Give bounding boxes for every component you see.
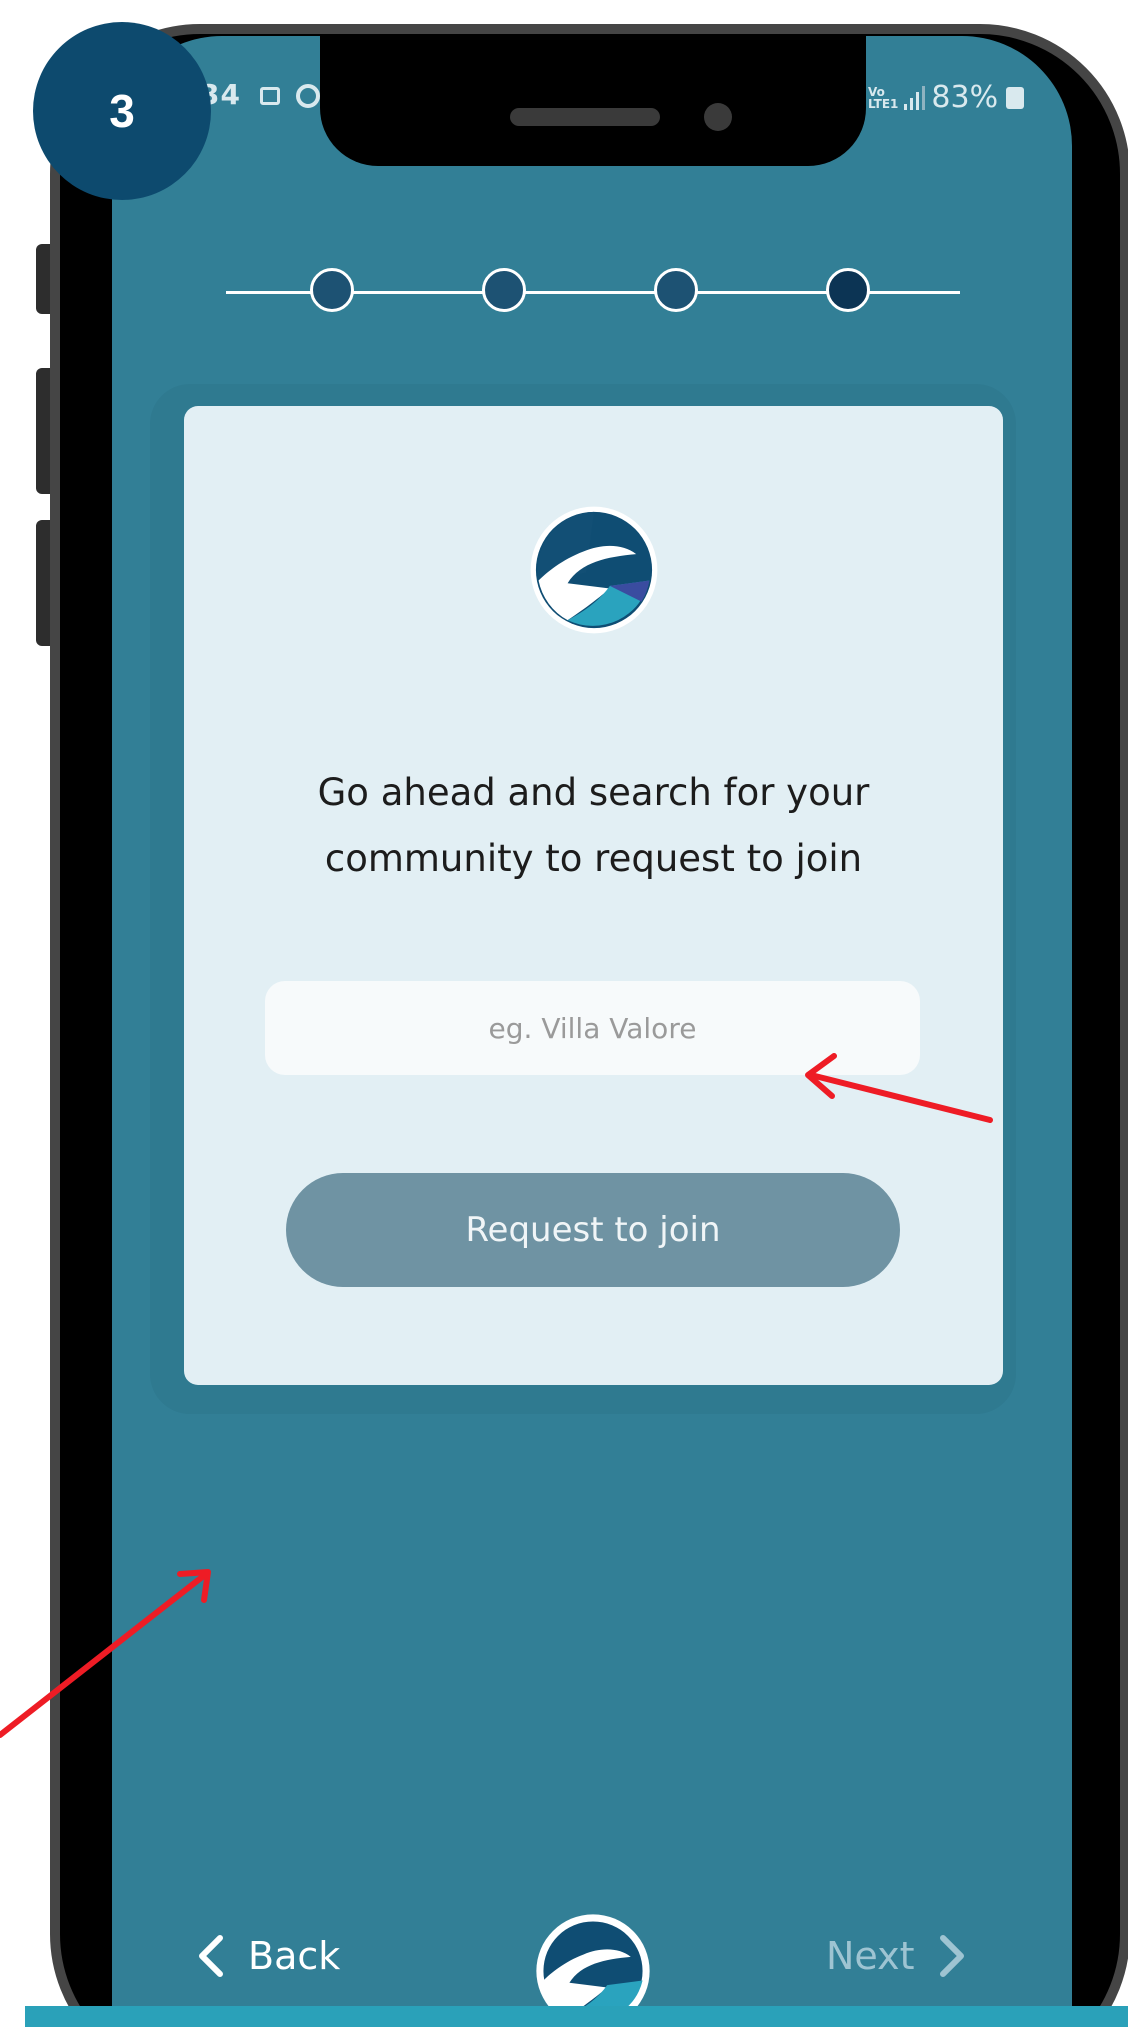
community-search-input[interactable] [265,981,920,1075]
app-notification-icon [296,84,321,108]
step-dot-3 [654,268,698,312]
back-button[interactable]: Back [196,1934,340,1978]
network-vo: Vo [868,84,885,99]
phone-camera [704,103,732,131]
back-label: Back [248,1934,341,1978]
step-dot-4 [826,268,870,312]
request-to-join-button[interactable]: Request to join [286,1173,900,1287]
chevron-left-icon [199,1935,223,1977]
step-number-badge: 3 [33,22,211,200]
gallery-notification-icon [259,87,280,105]
signal-icon [904,85,926,110]
status-bar-right: Vo LTE1 83% [868,80,1025,115]
chevron-right-icon [939,1935,964,1977]
progress-stepper [226,268,960,318]
step-dot-1 [310,268,354,312]
network-lte: LTE1 [868,96,899,111]
network-type: Vo LTE1 [868,86,898,110]
phone-speaker [510,108,660,126]
battery-icon [1006,86,1025,109]
status-bar-left: 34 [200,78,321,111]
next-label: Next [826,1934,915,1978]
tutorial-screenshot: 34 Vo LTE1 83% 3 Go ahead and search for… [0,0,1128,2027]
bottom-accent-bar [25,2006,1128,2027]
next-button[interactable]: Next [826,1934,967,1978]
step-dot-2 [482,268,526,312]
battery-percent: 83% [931,80,999,115]
app-logo-icon [530,506,658,634]
phone-notch [320,36,866,166]
card-prompt-text: Go ahead and search for your community t… [317,771,870,880]
join-community-card: Go ahead and search for your community t… [184,406,1003,1385]
